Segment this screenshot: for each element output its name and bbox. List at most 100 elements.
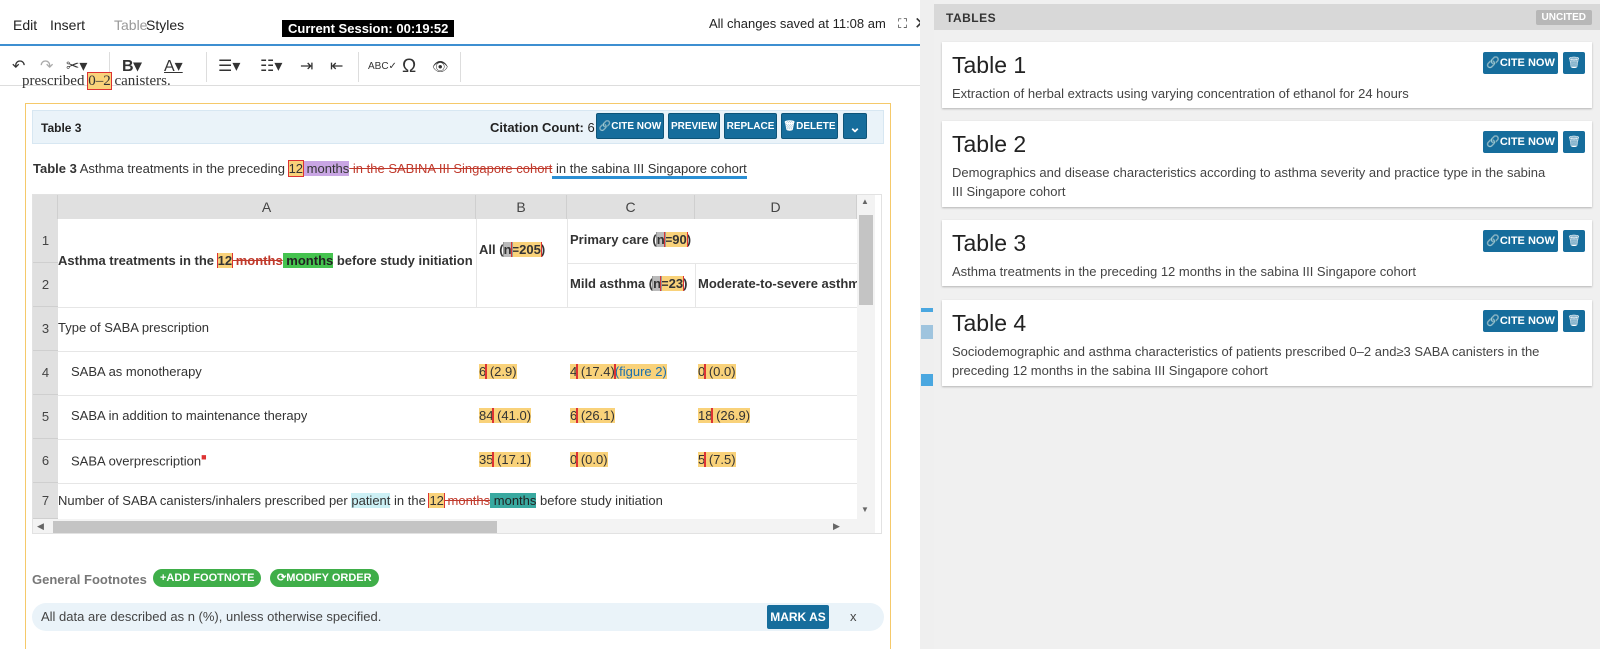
scroll-left-icon[interactable]: ◀	[37, 521, 44, 532]
add-footnote-button[interactable]: +ADD FOOTNOTE	[153, 569, 262, 587]
row-header[interactable]: 4	[33, 351, 58, 395]
uncited-badge[interactable]: UNCITED	[1535, 10, 1592, 25]
preview-button[interactable]: PREVIEW	[668, 113, 720, 139]
cell-r5-c[interactable]: 6 (26.1)	[570, 408, 615, 423]
menu-styles[interactable]: Styles	[146, 17, 184, 33]
highlighted-value: 18	[698, 408, 714, 423]
scroll-right-icon[interactable]: ▶	[833, 521, 840, 532]
trash-icon[interactable]: 🗑	[1563, 131, 1585, 153]
cell-header-b[interactable]: All (n=205)	[479, 242, 545, 257]
scroll-up-icon[interactable]: ▲	[861, 197, 869, 206]
row-header[interactable]: 2	[33, 263, 58, 307]
cite-now-button[interactable]: 🔗CITE NOW	[1483, 52, 1558, 74]
menu-insert[interactable]: Insert	[50, 17, 85, 33]
column-header-b[interactable]: B	[476, 195, 567, 219]
cell-r3-a[interactable]: Type of SABA prescription	[58, 320, 209, 335]
cell-text: before study initiation	[536, 493, 663, 508]
cell-header-c2[interactable]: Mild asthma (n=23)	[570, 276, 687, 291]
menu-edit[interactable]: Edit	[13, 17, 37, 33]
column-header-d[interactable]: D	[695, 195, 857, 219]
trash-icon[interactable]: 🗑	[1563, 52, 1585, 74]
cite-now-button[interactable]: 🔗CITE NOW	[1483, 230, 1558, 252]
column-header-a[interactable]: A	[58, 195, 476, 219]
cell-r5-d[interactable]: 18 (26.9)	[698, 408, 751, 423]
menu-bar: Edit Insert Table Styles Current Session…	[0, 0, 933, 46]
cell-header-c[interactable]: Primary care (n=90)	[570, 232, 691, 247]
grid-line	[58, 483, 857, 484]
table-card[interactable]: Table 2 Demographics and disease charact…	[942, 121, 1592, 207]
highlighted-value: (26.9)	[711, 408, 751, 423]
cell-r4-c[interactable]: 4 (17.4)(figure 2)	[570, 364, 667, 379]
cell-text: before study initiation	[333, 253, 473, 268]
table-card[interactable]: Table 4 Sociodemographic and asthma char…	[942, 300, 1592, 386]
toolbar-divider	[460, 52, 461, 82]
omega-icon[interactable]: Ω	[402, 57, 416, 77]
cell-r4-d[interactable]: 0 (0.0)	[698, 364, 736, 379]
trash-icon[interactable]: 🗑	[1563, 230, 1585, 252]
fullscreen-icon[interactable]: ⛶	[898, 16, 907, 32]
cell-text: )	[540, 242, 546, 257]
cite-now-button[interactable]: 🔗CITE NOW	[1483, 310, 1558, 332]
data-grid: A B C D 1 2 3 4 5 6 7 Asthma treatments …	[32, 194, 882, 534]
toolbar-divider	[358, 52, 359, 82]
collapse-button[interactable]: ⌄	[843, 113, 867, 139]
cell-r4-a[interactable]: SABA as monotherapy	[71, 364, 202, 379]
comment-marker-icon[interactable]: ■	[201, 452, 206, 462]
cell-r5-a[interactable]: SABA in addition to maintenance therapy	[71, 408, 307, 423]
highlighted-value: (26.1)	[576, 408, 615, 423]
highlighted-value: (41.0)	[492, 408, 532, 423]
grid-line	[567, 219, 568, 307]
cell-r6-c[interactable]: 0 (0.0)	[570, 452, 608, 467]
cell-header-a[interactable]: Asthma treatments in the 12 months month…	[58, 253, 473, 268]
figure-link[interactable]: (figure 2)	[613, 364, 667, 379]
replace-button[interactable]: REPLACE	[724, 113, 777, 139]
cell-text: All (	[479, 242, 504, 257]
modify-order-button[interactable]: ⟳MODIFY ORDER	[270, 569, 379, 587]
preview-icon[interactable]: 👁	[432, 57, 449, 77]
cite-now-button[interactable]: 🔗CITE NOW	[596, 113, 664, 139]
bullet-list-icon[interactable]: ☰▾	[218, 57, 240, 77]
cell-r7-a[interactable]: Number of SABA canisters/inhalers prescr…	[58, 493, 663, 508]
table-card[interactable]: Table 3 Asthma treatments in the precedi…	[942, 220, 1592, 286]
row-header[interactable]: 3	[33, 307, 58, 351]
spellcheck-icon[interactable]: ABC✓	[368, 57, 397, 77]
cell-header-d2[interactable]: Moderate-to-severe asthma	[698, 276, 857, 291]
cell-text: Asthma treatments in the	[58, 253, 218, 268]
scroll-down-icon[interactable]: ▼	[861, 505, 869, 514]
cell-text: in the	[390, 493, 430, 508]
cell-text: )	[686, 232, 692, 247]
mark-as-button[interactable]: MARK AS	[767, 605, 829, 629]
menu-table[interactable]: Table	[114, 17, 147, 33]
scroll-marker	[921, 374, 933, 386]
row-header[interactable]: 7	[33, 483, 58, 519]
row-header[interactable]: 1	[33, 219, 58, 263]
scroll-thumb[interactable]	[53, 521, 497, 533]
grid-line	[58, 395, 857, 396]
pane-splitter[interactable]	[920, 0, 934, 649]
remove-footnote-button[interactable]: x	[850, 609, 857, 624]
scroll-thumb[interactable]	[859, 215, 873, 305]
grid-line	[58, 351, 857, 352]
outdent-icon[interactable]: ⇤	[330, 57, 343, 77]
delete-button[interactable]: 🗑DELETE	[781, 113, 838, 139]
cell-r6-a[interactable]: SABA overprescription■	[71, 452, 207, 468]
cell-r6-b[interactable]: 35 (17.1)	[479, 452, 532, 467]
cell-r6-d[interactable]: 5 (7.5)	[698, 452, 736, 467]
cell-r5-b[interactable]: 84 (41.0)	[479, 408, 532, 423]
row-header[interactable]: 5	[33, 395, 58, 439]
cite-now-button[interactable]: 🔗CITE NOW	[1483, 131, 1558, 153]
trash-icon[interactable]: 🗑	[1563, 310, 1585, 332]
column-header-c[interactable]: C	[567, 195, 695, 219]
horizontal-scrollbar[interactable]: ◀ ▶	[33, 519, 875, 533]
highlighted-value: =90	[663, 232, 688, 247]
table-caption[interactable]: Table 3 Asthma treatments in the precedi…	[33, 160, 747, 179]
row-header[interactable]: 6	[33, 439, 58, 483]
vertical-scrollbar[interactable]: ▲ ▼	[857, 195, 875, 521]
grid-line	[567, 263, 857, 264]
table-card[interactable]: Table 1 Extraction of herbal extracts us…	[942, 42, 1592, 108]
highlighted-value: 12	[428, 493, 445, 508]
cell-r4-b[interactable]: 6 (2.9)	[479, 364, 517, 379]
footnote-text[interactable]: All data are described as n (%), unless …	[41, 609, 381, 624]
indent-icon[interactable]: ⇥	[300, 57, 313, 77]
numbered-list-icon[interactable]: ☷▾	[260, 57, 282, 77]
